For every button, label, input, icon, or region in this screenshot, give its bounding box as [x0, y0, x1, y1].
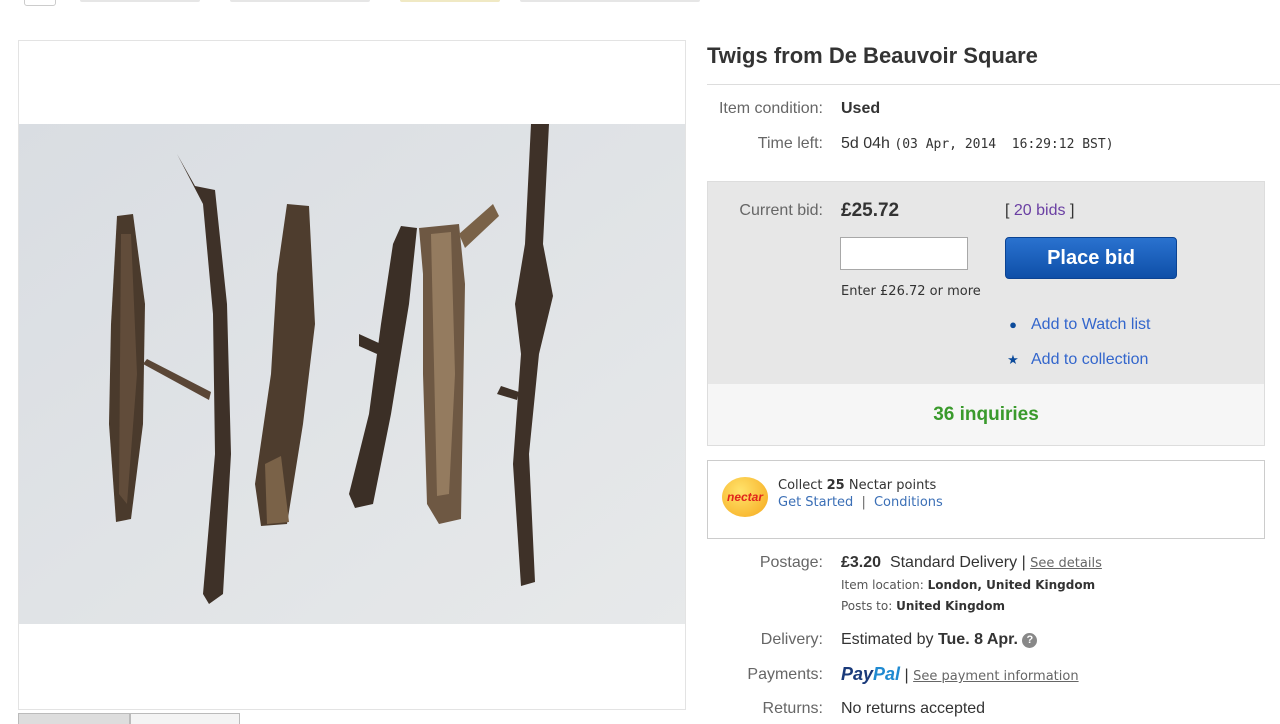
nectar-panel: nectar Collect 25 Nectar points Get Star…	[707, 460, 1265, 539]
nectar-points: 25	[826, 478, 845, 493]
thumbnail-strip	[18, 713, 242, 724]
item-location-label: Item location:	[841, 578, 924, 592]
nectar-links: Get Started | Conditions	[778, 495, 943, 510]
bid-amount-input[interactable]	[840, 237, 968, 270]
payments-label: Payments:	[747, 666, 823, 683]
bid-count-link[interactable]: 20 bids	[1014, 202, 1066, 219]
breadcrumb-placeholder	[520, 0, 700, 2]
postage-label: Postage:	[759, 554, 823, 571]
breadcrumb-placeholder	[230, 0, 370, 2]
posts-to-value: United Kingdom	[896, 599, 1006, 613]
nectar-collect-text: Collect 25 Nectar points	[778, 478, 936, 493]
item-title: Twigs from De Beauvoir Square	[707, 40, 1280, 85]
time-left-label: Time left:	[757, 135, 823, 152]
delivery-prefix: Estimated by	[841, 631, 934, 648]
current-bid-value: £25.72	[841, 200, 900, 221]
time-left-value: 5d 04h	[841, 135, 890, 152]
delivery-date: Tue. 8 Apr.	[937, 631, 1018, 648]
delivery-label: Delivery:	[760, 631, 823, 648]
returns-label: Returns:	[762, 700, 823, 717]
bid-count: [ 20 bids ]	[1005, 202, 1074, 220]
header-checkbox[interactable]	[24, 0, 56, 6]
watch-list-label: Add to Watch list	[1031, 316, 1151, 333]
paypal-logo: PayPal	[841, 664, 901, 684]
time-left: 5d 04h (03 Apr, 2014 16:29:12 BST)	[841, 135, 1114, 153]
add-to-collection-link[interactable]: ★ Add to collection	[1005, 351, 1148, 369]
condition-label: Item condition:	[718, 100, 823, 117]
item-location-value: London, United Kingdom	[927, 578, 1096, 592]
posts-to-label: Posts to:	[841, 599, 893, 613]
collect-prefix: Collect	[778, 478, 823, 493]
postage-method: Standard Delivery	[889, 554, 1018, 571]
thumbnail[interactable]	[130, 713, 240, 724]
bid-hint: Enter £26.72 or more	[841, 284, 981, 299]
item-image-panel	[18, 40, 686, 710]
see-details-link[interactable]: See details	[1030, 556, 1102, 571]
add-to-watch-list-link[interactable]: ● Add to Watch list	[1005, 316, 1150, 334]
postage-separator: |	[1021, 554, 1026, 571]
nectar-separator: |	[861, 495, 866, 510]
condition-value: Used	[841, 100, 881, 117]
current-bid-label: Current bid:	[739, 202, 823, 219]
nectar-logo: nectar	[722, 477, 768, 517]
collect-suffix: Nectar points	[848, 478, 937, 493]
postage-value: £3.20 Standard Delivery | See details	[841, 554, 1102, 572]
help-icon[interactable]: ?	[1022, 633, 1038, 648]
bid-count-close: ]	[1069, 202, 1075, 219]
payments-separator: |	[904, 667, 909, 684]
conditions-link[interactable]: Conditions	[874, 495, 943, 510]
bid-count-open: [	[1005, 202, 1010, 219]
top-header-strip	[0, 0, 1280, 8]
collection-label: Add to collection	[1031, 351, 1149, 368]
place-bid-button[interactable]: Place bid	[1005, 237, 1177, 279]
star-icon: ★	[1007, 352, 1019, 367]
inquiries-count: 36 inquiries	[707, 384, 1265, 446]
delivery-value: Estimated by Tue. 8 Apr. ?	[841, 631, 1038, 649]
thumbnail[interactable]	[18, 713, 130, 724]
payment-info-link[interactable]: See payment information	[913, 669, 1078, 684]
item-photo[interactable]	[19, 124, 685, 624]
breadcrumb-placeholder	[400, 0, 500, 2]
breadcrumb-placeholder	[80, 0, 200, 2]
get-started-link[interactable]: Get Started	[778, 495, 853, 510]
eye-icon: ●	[1009, 317, 1017, 332]
postage-price: £3.20	[841, 554, 882, 571]
item-location: Item location: London, United Kingdom	[841, 578, 1095, 592]
posts-to: Posts to: United Kingdom	[841, 599, 1005, 613]
payments-value: PayPal | See payment information	[841, 664, 1079, 685]
returns-value: No returns accepted	[841, 700, 986, 717]
time-left-end: (03 Apr, 2014 16:29:12 BST)	[894, 137, 1114, 152]
